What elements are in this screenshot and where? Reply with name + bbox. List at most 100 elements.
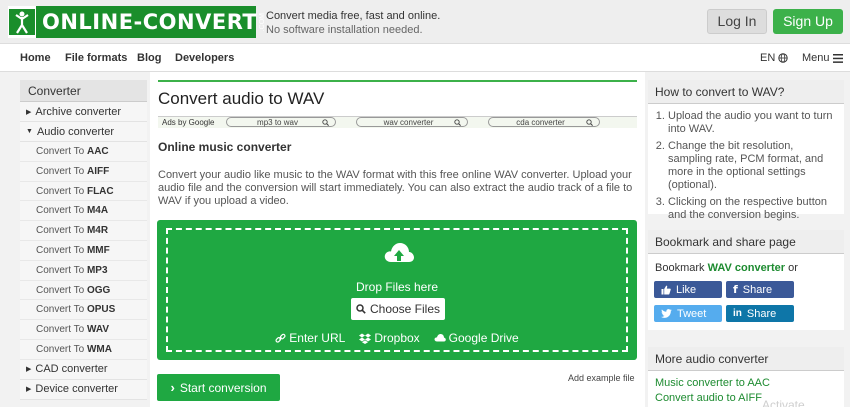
facebook-share-button[interactable]: f Share [726, 281, 794, 298]
item-format: MMF [86, 244, 110, 256]
item-prefix: Convert To [36, 165, 85, 177]
link-icon [275, 333, 286, 343]
sidebar-header: Converter [20, 80, 147, 102]
howto-step: Change the bit resolution, sampling rate… [668, 140, 836, 192]
search-icon [454, 118, 461, 126]
search-icon [322, 118, 329, 126]
sidebar-category-archive[interactable]: ▶ Archive converter [20, 102, 147, 122]
tagline-line-2: No software installation needed. [266, 24, 423, 36]
choose-files-button[interactable]: Choose Files [351, 298, 445, 320]
sidebar-item-m4a[interactable]: Convert To M4A [20, 201, 147, 222]
menu-toggle[interactable]: Menu [802, 52, 843, 64]
converter-description: Convert your audio like music to the WAV… [158, 169, 633, 207]
sidebar-item-wav[interactable]: Convert To WAV [20, 320, 147, 340]
item-prefix: Convert To [36, 343, 85, 355]
start-conversion-label: Start conversion [179, 380, 267, 395]
activate-windows-watermark: Activate Windows [762, 398, 805, 407]
nav-file-formats[interactable]: File formats [65, 52, 127, 64]
ad-search-mp3-to-wav[interactable]: mp3 to wav [226, 117, 336, 127]
linkedin-icon: in [733, 308, 742, 319]
language-label: EN [760, 52, 776, 64]
tagline-line-1: Convert media free, fast and online. [266, 10, 441, 22]
ad-search-label: mp3 to wav [257, 117, 298, 127]
sidebar-item-wma[interactable]: Convert To WMA [20, 339, 147, 360]
sidebar-item-opus[interactable]: Convert To OPUS [20, 300, 147, 321]
globe-icon [778, 53, 788, 63]
share-label: Share [742, 283, 773, 296]
item-prefix: Convert To [36, 225, 85, 237]
howto-title: How to convert to WAV? [648, 80, 844, 104]
bookmark-box: Bookmark and share page Bookmark WAV con… [648, 230, 844, 330]
nav-blog[interactable]: Blog [137, 52, 161, 64]
more-link-aac[interactable]: Music converter to AAC [648, 377, 844, 389]
enter-url-link[interactable]: Enter URL [275, 331, 345, 345]
tagline: Convert media free, fast and online. No … [266, 9, 440, 37]
item-prefix: Convert To [36, 304, 85, 316]
twitter-tweet-button[interactable]: Tweet [654, 305, 722, 322]
sidebar-item-mp3[interactable]: Convert To MP3 [20, 260, 147, 281]
sidebar-item-m4r[interactable]: Convert To M4R [20, 221, 147, 241]
item-prefix: Convert To [36, 324, 85, 336]
item-format: FLAC [86, 185, 114, 197]
item-format: WAV [86, 324, 110, 336]
main-content: Convert audio to WAV Ads by Google mp3 t… [150, 72, 645, 407]
linkedin-share-button[interactable]: in Share [726, 305, 794, 322]
sidebar-category-audio[interactable]: ▼ Audio converter [20, 122, 147, 142]
nav-home[interactable]: Home [20, 52, 51, 64]
signup-button[interactable]: Sign Up [773, 9, 843, 34]
sidebar-category-device[interactable]: ▶ Device converter [20, 379, 147, 400]
search-icon [586, 118, 593, 126]
item-format: OGG [86, 284, 111, 296]
item-format: MP3 [86, 264, 108, 276]
howto-box: How to convert to WAV? Upload the audio … [648, 80, 844, 221]
drop-files-text: Drop Files here [355, 280, 439, 294]
howto-step: Clicking on the respective button and th… [668, 196, 836, 222]
item-format: M4A [86, 205, 109, 217]
choose-files-label: Choose Files [369, 302, 441, 316]
caret-right-icon: ▶ [26, 108, 32, 116]
share-label: Share [746, 307, 777, 320]
file-dropzone[interactable]: Drop Files here Choose Files Enter URL D… [157, 220, 637, 360]
site-logo[interactable]: ONLINE-CONVERT .COM [8, 6, 266, 38]
category-label: Audio converter [36, 125, 114, 138]
bookmark-title: Bookmark and share page [648, 230, 844, 254]
login-button[interactable]: Log In [707, 9, 767, 34]
start-conversion-button[interactable]: › Start conversion [157, 374, 280, 401]
nav-developers[interactable]: Developers [175, 52, 234, 64]
bookmark-link[interactable]: WAV converter [708, 262, 785, 274]
ad-search-wav-converter[interactable]: wav converter [356, 117, 468, 127]
bookmark-suffix: or [788, 262, 798, 274]
sidebar-category-cad[interactable]: ▶ CAD converter [20, 359, 147, 380]
add-example-file-link[interactable]: Add example file [568, 373, 635, 383]
twitter-bird-icon [661, 309, 672, 318]
sidebar-item-flac[interactable]: Convert To FLAC [20, 181, 147, 202]
howto-step: Upload the audio you want to turn into W… [668, 110, 836, 136]
dropbox-link[interactable]: Dropbox [359, 331, 420, 345]
sidebar-item-mmf[interactable]: Convert To MMF [20, 240, 147, 261]
language-selector[interactable]: EN [760, 52, 788, 64]
bookmark-prefix: Bookmark [655, 262, 705, 274]
sidebar-item-ogg[interactable]: Convert To OGG [20, 280, 147, 301]
sidebar-item-aac[interactable]: Convert To AAC [20, 142, 147, 162]
facebook-like-button[interactable]: Like [654, 281, 722, 298]
dropzone-border: Drop Files here Choose Files Enter URL D… [166, 228, 628, 352]
caret-right-icon: ▶ [26, 386, 32, 394]
ad-search-cda-converter[interactable]: cda converter [488, 117, 600, 127]
category-label: Device converter [35, 383, 118, 396]
logo-text: ONLINE-CONVERT [42, 10, 258, 34]
google-drive-link[interactable]: Google Drive [434, 331, 519, 345]
sidebar-item-aiff[interactable]: Convert To AIFF [20, 161, 147, 182]
item-format: OPUS [86, 304, 116, 316]
title-accent-bar [158, 80, 637, 82]
chevron-right-icon: › [170, 380, 175, 395]
caret-right-icon: ▶ [26, 366, 32, 374]
page-title: Convert audio to WAV [158, 89, 325, 108]
item-prefix: Convert To [36, 244, 85, 256]
converter-sidebar: Converter ▶ Archive converter ▼ Audio co… [20, 80, 147, 400]
tweet-label: Tweet [677, 307, 707, 320]
cloud-upload-icon [384, 243, 414, 262]
item-format: WMA [86, 343, 112, 355]
main-nav: Home File formats Blog Developers EN Men… [0, 44, 850, 72]
item-prefix: Convert To [36, 264, 85, 276]
like-label: Like [676, 283, 697, 296]
